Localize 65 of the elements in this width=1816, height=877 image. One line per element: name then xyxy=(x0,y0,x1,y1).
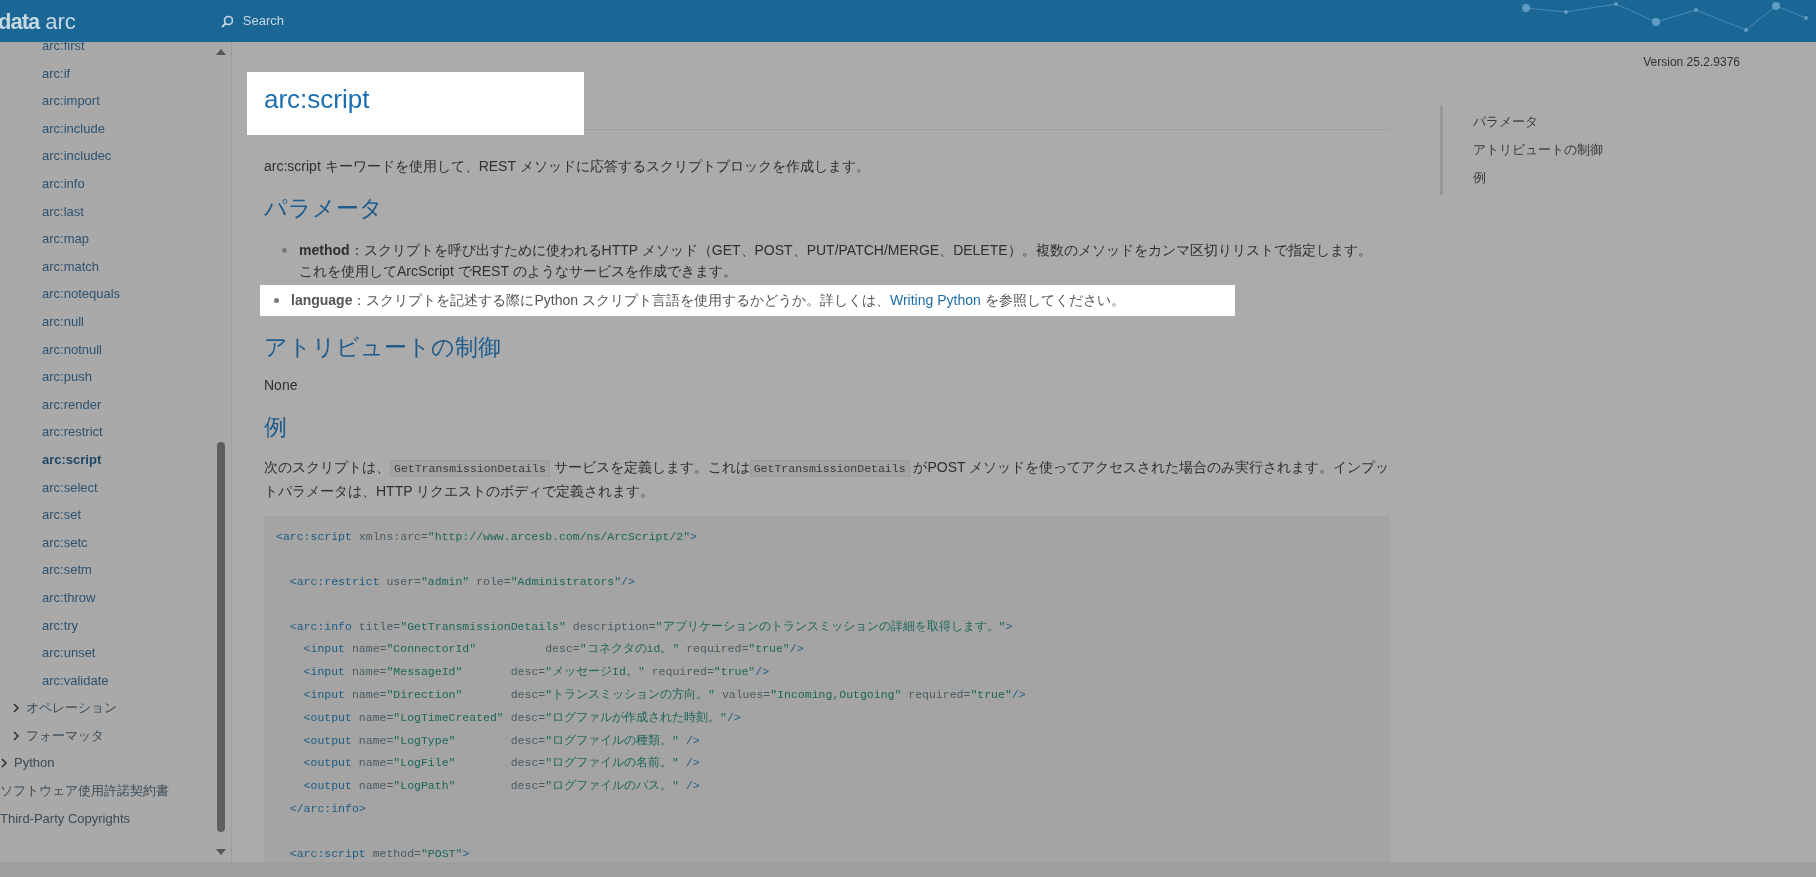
link[interactable]: Writing Python xyxy=(889,291,981,308)
sidebar-item[interactable]: arc:unset xyxy=(0,639,231,667)
sidebar-item[interactable]: arc:if xyxy=(0,59,231,88)
sidebar-item[interactable]: arc:last xyxy=(0,197,231,226)
sidebar-item[interactable]: Python xyxy=(0,749,231,778)
toc-link[interactable]: アトリビュートの制御 xyxy=(1473,139,1816,161)
sidebar-item[interactable]: arc:import xyxy=(0,87,231,115)
code-line: <output name="LogTimeCreated" desc="ログファルが作成された時刻。"/> xyxy=(302,709,741,726)
code-line: <arc:script method="POST"> xyxy=(288,845,470,862)
section-heading: パラメータ xyxy=(264,195,384,223)
search-field[interactable]: Search xyxy=(240,10,441,32)
sidebar-item[interactable]: arc:validate xyxy=(0,666,231,695)
code-line: <arc:info title="GetTransmissionDetails" description="アプリケーションのトランスミッションの詳細を取得します。"> xyxy=(288,618,1013,635)
code-line: <output name="LogFile" desc="ログファイルの名前。" /> xyxy=(302,755,700,772)
sidebar-item[interactable]: arc:render xyxy=(0,390,231,419)
toc-link[interactable]: 例 xyxy=(1473,167,1816,189)
code-line: <output name="LogPath" desc="ログファイルのパス。" /> xyxy=(302,778,700,795)
search-icon xyxy=(220,14,233,28)
sidebar-item[interactable]: arc:push xyxy=(0,363,231,391)
scroll-up-icon xyxy=(216,48,226,56)
parameter-text: language：スクリプトを記述する際にPython スクリプト言語を使用するかどうか。詳しくは、Writing Python を参照してください。 xyxy=(291,290,1125,310)
sidebar-item[interactable]: ソフトウェア使用許諾契約書 xyxy=(0,777,231,805)
bullet-icon xyxy=(274,297,279,303)
intro-text: arc:script キーワードを使用して、REST メソッドに応答するスクリプトブロックを作成します。 xyxy=(264,157,871,177)
sidebar-item[interactable]: arc:notequals xyxy=(0,280,231,308)
bullet-icon xyxy=(282,247,287,253)
section-heading: アトリビュートの制御 xyxy=(264,333,502,362)
sidebar-item[interactable]: arc:throw xyxy=(0,583,231,612)
code-line: <output name="LogType" desc="ログファイルの種類。" /> xyxy=(302,732,700,749)
code-line: <arc:script xmlns:arc="http://www.arcesb.com/ns/ArcScript/2"> xyxy=(276,528,697,545)
chevron-icon xyxy=(12,703,20,714)
code-line: <arc:restrict user="admin" role="Administrators"/> xyxy=(288,573,635,590)
body-text: None xyxy=(264,376,299,396)
sidebar-item[interactable]: arc:info xyxy=(0,169,231,198)
sidebar-item[interactable]: オペレーション xyxy=(0,694,231,722)
code-line: <input name="MessageId" desc="メッセージId。" required="true"/> xyxy=(302,664,770,681)
version-label: Version 25.2.9376 xyxy=(1643,54,1740,71)
page-title: arc:script xyxy=(247,72,585,136)
toc-link[interactable]: パラメータ xyxy=(1473,111,1816,133)
code-line: </arc:info> xyxy=(288,800,366,817)
scroll-down-icon xyxy=(216,848,226,856)
sidebar-item[interactable]: arc:set xyxy=(0,501,231,529)
sidebar-item[interactable]: arc:null xyxy=(0,307,231,336)
code-line: <input name="Direction" desc="トランスミッションの方向。" values="Incoming,Outgoing" required="true"/> xyxy=(302,686,1026,703)
chevron-icon xyxy=(0,758,8,769)
sidebar-item[interactable]: arc:try xyxy=(0,611,231,640)
sidebar-item[interactable]: arc:include xyxy=(0,114,231,143)
sidebar-item[interactable]: arc:restrict xyxy=(0,418,231,446)
sidebar-item[interactable]: フォーマッタ xyxy=(0,721,231,750)
sidebar-item[interactable]: arc:notnull xyxy=(0,335,231,364)
sidebar-item[interactable]: Third-Party Copyrights xyxy=(0,804,231,833)
sidebar-item[interactable]: arc:script xyxy=(0,445,231,474)
sidebar-item[interactable]: arc:setc xyxy=(0,528,231,557)
section-heading: 例 xyxy=(264,414,288,442)
sidebar-item[interactable]: arc:match xyxy=(0,252,231,281)
sidebar-item[interactable]: arc:map xyxy=(0,225,231,253)
code-line: <input name="ConnectorId" desc="コネクタのid。" required="true"/> xyxy=(302,641,804,658)
parameter-text: method：スクリプトを呼び出すために使われるHTTP メソッド（GET、POST、PUT/PATCH/MERGE、DELETE）。複数のメソッドをカンマ区切りリストで指定します。これを使用してArcScript でREST のようなサービスを作成できます。 xyxy=(299,240,1373,281)
chevron-icon xyxy=(12,730,20,741)
sidebar-item[interactable]: arc:setm xyxy=(0,556,231,584)
example-text: 次のスクリプトは、 GetTransmissionDetails サービスを定義します。これは GetTransmissionDetails がPOST メソッドを使ってアクセスされた場合のみ実行されます。インプットパラメータは、HTTP リクエストのボディで定義されます。 xyxy=(264,457,1390,501)
sidebar-item[interactable]: arc:select xyxy=(0,473,231,502)
logo-text[interactable]: arc xyxy=(45,4,76,38)
sidebar-item[interactable]: arc:includec xyxy=(0,142,231,170)
scroll-thumb[interactable] xyxy=(217,442,225,832)
